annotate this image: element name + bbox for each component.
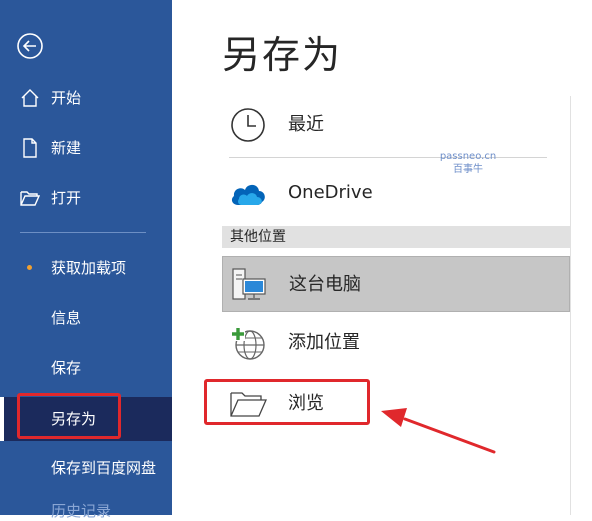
location-label: 最近: [288, 114, 324, 135]
sidebar-item-label: 获取加载项: [51, 259, 127, 277]
open-folder-icon: [20, 188, 41, 208]
sidebar-item-get-addins[interactable]: 获取加载项: [0, 248, 172, 288]
location-recent[interactable]: 最近: [222, 97, 570, 153]
location-label: OneDrive: [288, 182, 373, 203]
location-add-place[interactable]: 添加位置: [222, 315, 570, 371]
sidebar-item-home[interactable]: 开始: [0, 78, 172, 118]
sidebar-item-info[interactable]: 信息: [0, 298, 172, 338]
onedrive-cloud-icon: [228, 175, 268, 211]
clock-icon: [228, 107, 268, 143]
sidebar-item-label: 新建: [51, 139, 82, 157]
pane-divider: [570, 96, 571, 515]
watermark-line: passneo.cn: [439, 151, 497, 162]
sidebar-item-open[interactable]: 打开: [0, 178, 172, 218]
sidebar-item-label: 打开: [51, 189, 82, 207]
sidebar-item-history[interactable]: 历史记录: [51, 500, 111, 521]
sidebar-item-label: 信息: [51, 309, 82, 327]
location-label: 这台电脑: [289, 274, 361, 295]
computer-icon: [229, 267, 269, 303]
page-title: 另存为: [222, 33, 343, 77]
highlight-box-save-as: [17, 393, 121, 439]
sidebar-divider: [20, 232, 146, 233]
sidebar-item-new[interactable]: 新建: [0, 128, 172, 168]
highlight-box-browse: [204, 379, 370, 425]
sidebar-item-save-to-baidu[interactable]: 保存到百度网盘: [0, 448, 172, 488]
location-this-pc[interactable]: 这台电脑: [222, 256, 570, 312]
sidebar-item-label: 保存: [51, 359, 82, 377]
notification-dot-icon: [27, 265, 32, 270]
back-arrow-icon[interactable]: [16, 32, 44, 60]
sidebar-item-save[interactable]: 保存: [0, 348, 172, 388]
sidebar-item-label: 保存到百度网盘: [51, 459, 157, 477]
add-globe-icon: [228, 325, 268, 361]
home-icon: [20, 88, 40, 108]
location-label: 添加位置: [288, 332, 360, 353]
section-header-other-locations: 其他位置: [222, 226, 570, 248]
new-document-icon: [20, 138, 40, 158]
location-onedrive[interactable]: OneDrive: [222, 165, 570, 221]
sidebar-item-label: 开始: [51, 89, 82, 107]
